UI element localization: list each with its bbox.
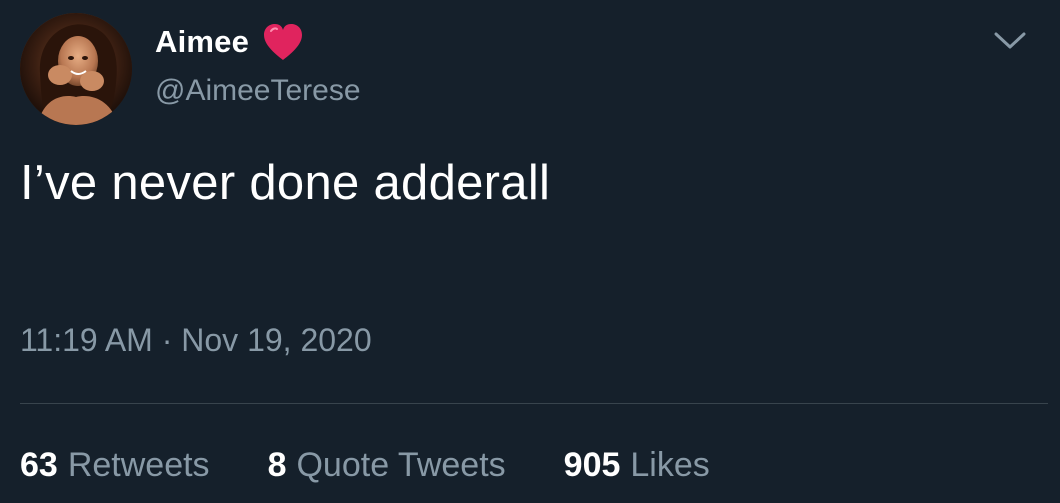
retweets-count: 63 <box>20 446 58 484</box>
likes-label: Likes <box>630 446 710 484</box>
likes-count: 905 <box>563 446 621 484</box>
avatar[interactable] <box>20 13 132 125</box>
quote-tweets-stat[interactable]: 8 Quote Tweets <box>268 446 506 485</box>
chevron-down-icon[interactable] <box>992 26 1028 54</box>
quote-tweets-count: 8 <box>267 446 287 484</box>
meta-separator: · <box>161 322 173 358</box>
tweet-date: Nov 19, 2020 <box>181 322 372 358</box>
likes-stat[interactable]: 905 Likes <box>564 446 710 485</box>
tweet-text: I’ve never done adderall <box>20 156 551 210</box>
divider <box>20 403 1048 404</box>
author-handle[interactable]: @AimeeTerese <box>155 74 361 108</box>
avatar-image <box>20 13 132 125</box>
tweet-timestamp[interactable]: 11:19 AM · Nov 19, 2020 <box>20 322 372 359</box>
author-name-row: Aimee <box>155 22 305 62</box>
retweets-label: Retweets <box>67 446 210 484</box>
retweets-stat[interactable]: 63 Retweets <box>20 446 210 485</box>
tweet-time: 11:19 AM <box>20 322 153 358</box>
heart-icon <box>261 22 305 62</box>
tweet-card: Aimee @AimeeTerese I’ve never done adder… <box>0 0 1060 503</box>
engagement-stats: 63 Retweets 8 Quote Tweets 905 Likes <box>20 446 710 485</box>
display-name[interactable]: Aimee <box>155 24 249 60</box>
quote-tweets-label: Quote Tweets <box>296 446 506 484</box>
